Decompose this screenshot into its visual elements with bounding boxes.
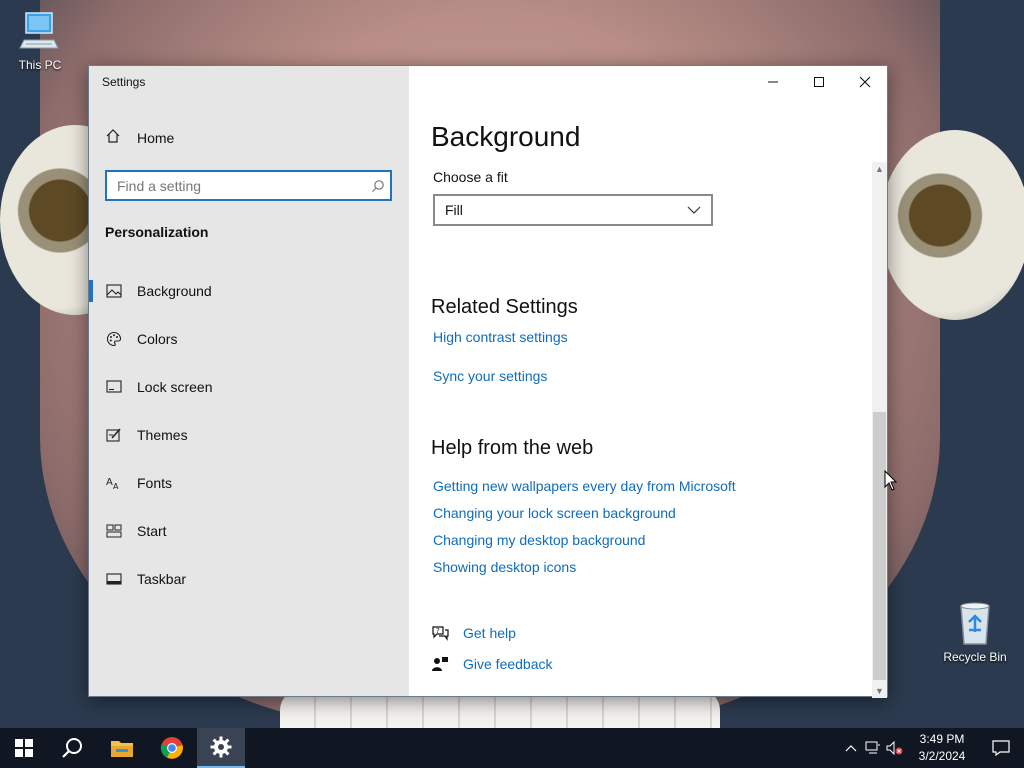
mouse-cursor-icon (884, 470, 898, 491)
system-tray: 3:49 PM 3/2/2024 (840, 728, 1024, 768)
section-title: Personalization (105, 224, 209, 240)
close-icon (859, 76, 871, 88)
file-explorer-button[interactable] (98, 728, 146, 768)
palette-icon (105, 330, 123, 348)
scroll-up-arrow-icon[interactable]: ▲ (872, 162, 887, 176)
maximize-icon (814, 77, 824, 87)
fonts-icon: AA (105, 474, 123, 492)
sidebar-item-background[interactable]: Background (89, 267, 409, 315)
clock-date: 3/2/2024 (918, 749, 966, 763)
sidebar-item-label: Lock screen (137, 379, 213, 395)
search-icon (62, 738, 82, 758)
search-icon[interactable] (366, 179, 390, 193)
personalization-nav: Background Colors Lock screen Themes A A… (89, 267, 409, 603)
page-title: Background (431, 121, 581, 152)
sidebar-item-taskbar[interactable]: Taskbar (89, 555, 409, 603)
gear-icon (210, 736, 232, 758)
high-contrast-settings-link[interactable]: High contrast settings (433, 329, 568, 345)
start-icon (105, 522, 123, 540)
sidebar-item-start[interactable]: Start (89, 507, 409, 555)
chat-help-icon: ? (431, 625, 451, 641)
taskbar-search-button[interactable] (48, 728, 96, 768)
chevron-up-icon[interactable] (840, 728, 862, 768)
get-help-link[interactable]: ? Get help (431, 625, 516, 641)
svg-text:?: ? (436, 627, 440, 635)
this-pc-desktop-icon[interactable]: This PC (2, 10, 78, 72)
settings-content: Background Choose a fit Fill Related Set… (409, 66, 888, 698)
windows-logo-icon (15, 739, 33, 757)
help-from-web-heading: Help from the web (431, 437, 594, 459)
svg-text:A: A (106, 477, 113, 488)
picture-icon (105, 282, 123, 300)
computer-icon (19, 12, 59, 49)
settings-window: Settings Home Personalization Background (88, 65, 888, 698)
minimize-icon (768, 81, 778, 83)
wallpaper-eye-right (880, 130, 1024, 320)
sidebar-item-fonts[interactable]: AA Fonts (89, 459, 409, 507)
choose-fit-value: Fill (445, 202, 463, 218)
network-icon[interactable] (862, 728, 884, 768)
this-pc-label: This PC (18, 58, 62, 72)
sidebar-item-themes[interactable]: Themes (89, 411, 409, 459)
home-nav-item[interactable]: Home (105, 128, 174, 147)
maximize-button[interactable] (796, 66, 842, 98)
give-feedback-link[interactable]: Give feedback (431, 656, 553, 672)
related-settings-heading: Related Settings (431, 296, 578, 318)
recycle-bin-icon (960, 602, 990, 645)
folder-icon (111, 741, 133, 757)
help-link-wallpapers[interactable]: Getting new wallpapers every day from Mi… (433, 478, 736, 494)
sidebar-item-label: Colors (137, 331, 178, 347)
get-help-label: Get help (463, 625, 516, 641)
sidebar-item-lock-screen[interactable]: Lock screen (89, 363, 409, 411)
clock[interactable]: 3:49 PM 3/2/2024 (906, 731, 978, 765)
help-link-desktop-icons[interactable]: Showing desktop icons (433, 559, 576, 575)
minimize-button[interactable] (750, 66, 796, 98)
help-link-desktop-background[interactable]: Changing my desktop background (433, 532, 645, 548)
chrome-icon (160, 737, 183, 759)
scroll-thumb[interactable] (873, 412, 886, 680)
lock-screen-icon (105, 378, 123, 396)
scroll-down-arrow-icon[interactable]: ▼ (872, 684, 887, 698)
window-title: Settings (102, 75, 146, 89)
settings-taskbar-button[interactable] (197, 728, 245, 768)
sidebar-item-label: Background (137, 283, 212, 299)
sidebar-item-label: Fonts (137, 475, 173, 491)
close-button[interactable] (842, 66, 888, 98)
chevron-down-icon (687, 206, 701, 214)
give-feedback-label: Give feedback (463, 656, 553, 672)
content-scrollbar[interactable]: ▲ ▼ (872, 162, 887, 698)
search-box[interactable] (105, 170, 392, 201)
help-link-lock-screen[interactable]: Changing your lock screen background (433, 505, 676, 521)
action-center-icon[interactable] (978, 728, 1024, 768)
recycle-bin-desktop-icon[interactable]: Recycle Bin (937, 600, 1013, 664)
choose-fit-label: Choose a fit (433, 169, 508, 185)
sidebar-item-label: Taskbar (137, 571, 187, 587)
taskbar: 3:49 PM 3/2/2024 (0, 728, 1024, 768)
feedback-icon (431, 656, 451, 672)
sidebar-item-colors[interactable]: Colors (89, 315, 409, 363)
recycle-bin-label: Recycle Bin (943, 650, 1007, 664)
home-icon (105, 128, 123, 147)
sync-your-settings-link[interactable]: Sync your settings (433, 368, 547, 384)
volume-muted-icon[interactable] (884, 728, 906, 768)
settings-sidebar: Settings Home Personalization Background (89, 66, 409, 696)
chrome-button[interactable] (148, 728, 196, 768)
home-label: Home (137, 129, 175, 146)
taskbar-icon (105, 570, 123, 588)
choose-fit-dropdown[interactable]: Fill (433, 194, 713, 226)
clock-time: 3:49 PM (919, 732, 965, 746)
start-button[interactable] (0, 728, 48, 768)
sidebar-item-label: Themes (137, 427, 188, 443)
svg-text:A: A (113, 482, 119, 491)
sidebar-item-label: Start (137, 523, 167, 539)
search-input[interactable] (107, 172, 366, 199)
themes-icon (105, 426, 123, 444)
